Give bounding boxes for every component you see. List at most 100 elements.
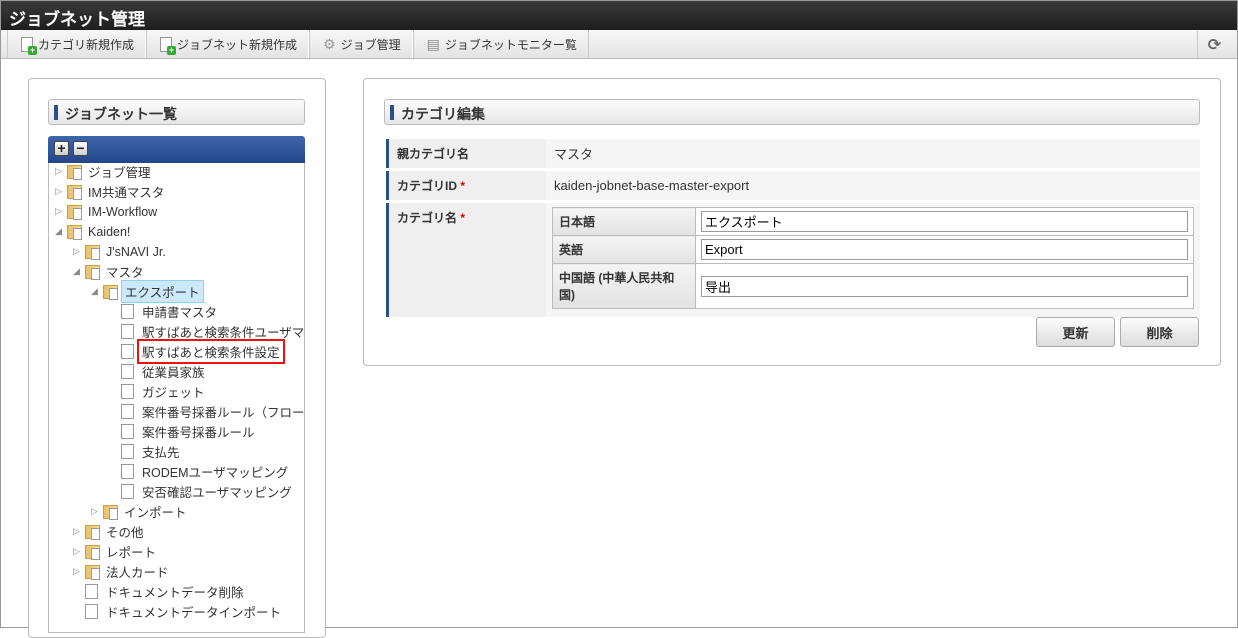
tree-node-label[interactable]: ガジェット — [139, 381, 208, 402]
tree-node[interactable]: ◢ エクスポート — [91, 280, 204, 303]
lang-label-en: 英語 — [552, 235, 696, 264]
job-management-button[interactable]: ⚙ ジョブ管理 — [309, 30, 413, 58]
tree-node-label[interactable]: RODEMユーザマッピング — [139, 461, 291, 482]
name-zh-input[interactable] — [701, 275, 1188, 297]
tree-node-label[interactable]: 案件番号採番ルール（フロー） — [139, 401, 304, 422]
tree-node[interactable]: 申請書マスタ — [109, 302, 220, 321]
tree-node-label[interactable]: 支払先 — [139, 441, 183, 462]
category-name-label: カテゴリ名 * — [386, 203, 546, 317]
tree-node-label[interactable]: IM-Workflow — [85, 204, 160, 220]
list-icon: ▤ — [426, 35, 440, 52]
tree-node-label[interactable]: エクスポート — [121, 280, 204, 303]
tree-node[interactable]: 安否確認ユーザマッピング — [109, 482, 295, 501]
category-id-text: カテゴリID — [397, 179, 458, 193]
collapsed-arrow-icon[interactable]: ▷ — [73, 246, 85, 257]
tree-node[interactable]: ◢ マスタ — [73, 262, 147, 281]
collapsed-arrow-icon[interactable]: ▷ — [55, 166, 67, 177]
collapsed-arrow-icon[interactable]: ▷ — [91, 506, 103, 517]
jobnet-list-panel: ジョブネット一覧 + − ▷ ジョブ管理 ▷ IM共通マスタ ▷ IM-Workflow ◢… — [28, 78, 326, 638]
file-icon — [121, 484, 134, 499]
file-icon — [121, 444, 134, 459]
file-icon — [121, 424, 134, 439]
tree-node-label[interactable]: レポート — [103, 541, 159, 562]
jobnet-list-title: ジョブネット一覧 — [48, 99, 305, 125]
collapse-all-button[interactable]: − — [73, 141, 88, 156]
tree-node-label[interactable]: ドキュメントデータ削除 — [103, 581, 247, 602]
collapsed-arrow-icon[interactable]: ▷ — [55, 186, 67, 197]
refresh-icon[interactable]: ⟳ — [1197, 31, 1231, 58]
collapsed-arrow-icon[interactable]: ▷ — [73, 526, 85, 537]
tree-node[interactable]: ◢ Kaiden! — [55, 222, 133, 241]
tree-node-label[interactable]: ドキュメントデータインポート — [103, 601, 284, 622]
tree-node-label[interactable]: ジョブ管理 — [85, 163, 154, 182]
tree-node[interactable]: ▷ J'sNAVI Jr. — [73, 242, 169, 261]
file-icon — [121, 364, 134, 379]
folder-icon — [85, 564, 100, 580]
new-jobnet-button[interactable]: + ジョブネット新規作成 — [146, 30, 310, 58]
new-category-button[interactable]: + カテゴリ新規作成 — [7, 30, 147, 58]
expanded-arrow-icon[interactable]: ◢ — [55, 226, 67, 237]
tree-node-label[interactable]: J'sNAVI Jr. — [103, 244, 169, 260]
folder-icon — [85, 244, 100, 260]
tree-node[interactable]: 案件番号採番ルール — [109, 422, 258, 441]
tree-node-label[interactable]: インポート — [121, 501, 190, 522]
tree-node[interactable]: ガジェット — [109, 382, 208, 401]
tree-node-label[interactable]: 従業員家族 — [139, 361, 208, 382]
tree-node-label[interactable]: IM共通マスタ — [85, 181, 167, 202]
folder-icon — [67, 184, 82, 200]
tree-node-label[interactable]: マスタ — [103, 261, 147, 282]
file-icon — [121, 404, 134, 419]
locale-name-table: 日本語 英語 中国語 (中華人民共和国) — [552, 207, 1194, 309]
jobnet-monitor-button[interactable]: ▤ ジョブネットモニター覧 — [412, 30, 589, 58]
tree-node[interactable]: ▷ IM共通マスタ — [55, 182, 167, 201]
required-mark: * — [460, 179, 466, 193]
collapsed-arrow-icon[interactable]: ▷ — [73, 546, 85, 557]
collapsed-arrow-icon[interactable]: ▷ — [55, 206, 67, 217]
category-form: 親カテゴリ名 マスタ カテゴリID * kaiden-jobnet-base-mas… — [386, 136, 1200, 320]
folder-icon — [103, 504, 118, 520]
file-icon — [121, 344, 134, 359]
tree-node[interactable]: 案件番号採番ルール（フロー） — [109, 401, 304, 422]
name-ja-input[interactable] — [701, 211, 1188, 232]
tree-node[interactable]: RODEMユーザマッピング — [109, 462, 291, 481]
name-en-input[interactable] — [701, 239, 1188, 260]
jobnet-monitor-label: ジョブネットモニター覧 — [444, 37, 577, 52]
category-id-label: カテゴリID * — [386, 171, 546, 200]
app-title: ジョブネット管理 — [1, 1, 1237, 30]
tree-node-label[interactable]: 案件番号採番ルール — [139, 421, 258, 442]
collapsed-arrow-icon[interactable]: ▷ — [73, 566, 85, 577]
tree-node[interactable]: ▷ ジョブ管理 — [55, 163, 154, 181]
folder-icon — [103, 284, 118, 300]
tree-node[interactable]: 駅すぱあと検索条件設定 — [109, 339, 285, 364]
expanded-arrow-icon[interactable]: ◢ — [73, 266, 85, 277]
expanded-arrow-icon[interactable]: ◢ — [91, 286, 103, 297]
tree-node[interactable]: ▷ IM-Workflow — [55, 202, 160, 221]
tree-node-label[interactable]: 駅すぱあと検索条件設定 — [137, 339, 285, 364]
tree-node-label[interactable]: その他 — [103, 521, 147, 542]
tree-node[interactable]: ▷ レポート — [73, 542, 159, 561]
tree-node-label[interactable]: 安否確認ユーザマッピング — [139, 481, 295, 502]
tree-node[interactable]: 支払先 — [109, 442, 183, 461]
tree-node-label[interactable]: 申請書マスタ — [139, 301, 220, 322]
tree-node[interactable]: ▷ インポート — [91, 502, 190, 521]
required-mark: * — [460, 211, 466, 225]
file-icon — [121, 324, 134, 339]
tree-node[interactable]: ▷ 法人カード — [73, 562, 172, 581]
tree-node-label[interactable]: 法人カード — [103, 561, 172, 582]
tree-node-label[interactable]: Kaiden! — [85, 224, 133, 240]
new-jobnet-label: ジョブネット新規作成 — [177, 37, 298, 52]
tree-node[interactable]: ▷ その他 — [73, 522, 147, 541]
tree-header: + − — [48, 136, 305, 163]
tree-node-label[interactable]: 駅すぱあと検索条件ユーザマスタ — [139, 321, 304, 342]
update-button[interactable]: 更新 — [1036, 317, 1115, 347]
lang-label-ja: 日本語 — [552, 207, 696, 236]
tree-node[interactable]: ドキュメントデータ削除 — [73, 582, 247, 601]
parent-category-label: 親カテゴリ名 — [386, 139, 546, 168]
tree-node[interactable]: 従業員家族 — [109, 362, 208, 381]
tree-node[interactable]: ドキュメントデータインポート — [73, 602, 284, 621]
delete-button[interactable]: 削除 — [1120, 317, 1199, 347]
new-document-icon: + — [160, 36, 177, 55]
expand-all-button[interactable]: + — [54, 141, 69, 156]
tree-node[interactable]: 駅すぱあと検索条件ユーザマスタ — [109, 321, 304, 342]
job-management-label: ジョブ管理 — [340, 37, 401, 52]
